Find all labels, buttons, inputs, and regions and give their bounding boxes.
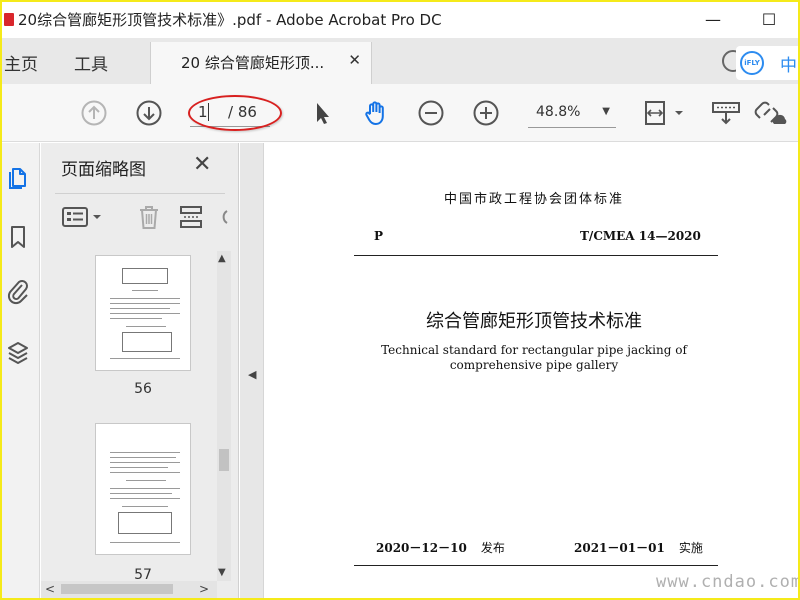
hand-tool-icon[interactable] [362,99,390,127]
tab-bar: 主页 工具 20 综合管廊矩形顶... ✕ iFLY 中 [2,38,798,84]
scroll-down-icon[interactable]: ▼ [218,567,226,578]
insert-page-icon[interactable] [177,203,205,231]
thumbnail-list: 56 57 [41,251,217,581]
scroll-thumb[interactable] [61,584,173,594]
share-link-icon[interactable] [754,99,788,127]
page-thumbnails-panel: 页面缩略图 ✕ 56 57 ▲ ▼ < > [41,143,239,598]
window-title: 20综合管廊矩形顶管技术标准》.pdf - Adobe Acrobat Pro … [18,11,442,29]
tab-document[interactable]: 20 综合管廊矩形顶... ✕ [150,42,372,84]
zoom-underline [528,127,616,128]
panel-separator [55,193,225,194]
ifly-logo-icon: iFLY [740,51,764,75]
thumbnail-vertical-scrollbar[interactable]: ▲ ▼ [217,251,231,581]
issuing-association: 中国市政工程协会团体标准 [443,192,624,207]
fit-page-icon[interactable] [642,99,686,127]
panel-close-icon[interactable]: ✕ [193,152,211,177]
page-thumbnails-icon[interactable] [6,163,30,191]
panel-title: 页面缩略图 [61,160,146,180]
title-en-line-1: Technical standard for rectangular pipe … [381,343,687,357]
ifly-language-label: 中 [780,56,797,76]
implement-date: 2021－01－01 [574,541,665,555]
publish-date: 2020－12－10 [376,541,467,555]
thumb-table [122,332,172,352]
scroll-left-icon[interactable]: < [45,582,55,596]
tab-close-icon[interactable]: ✕ [348,51,361,69]
bookmark-icon[interactable] [6,223,30,251]
standard-number: T/CMEA 14—2020 [580,229,701,243]
implement-date-group: 2021－01－01 实施 [574,539,703,556]
collapse-arrow-icon[interactable]: ◀ [248,368,256,381]
ifly-widget[interactable]: iFLY 中 [736,46,798,80]
publish-date-group: 2020－12－10 发布 [376,539,505,556]
thumbnail-page-57[interactable] [95,423,191,555]
pdf-file-icon [4,13,14,26]
title-bar: 20综合管廊矩形顶管技术标准》.pdf - Adobe Acrobat Pro … [2,2,798,38]
site-watermark: www.cndao.com [656,572,798,592]
acrobat-window: 20综合管廊矩形顶管技术标准》.pdf - Adobe Acrobat Pro … [2,2,798,598]
thumbnail-label: 57 [134,567,152,581]
header-rule [354,255,718,256]
maximize-button[interactable]: ☐ [754,6,784,34]
toolbar: 1 / 86 48.8% ▼ [2,84,798,142]
thumb-table [122,268,168,284]
document-title-cn: 综合管廊矩形顶管技术标准 [426,311,642,332]
thumbnail-label: 56 [134,381,152,397]
select-arrow-icon[interactable] [308,99,336,127]
document-title-en: Technical standard for rectangular pipe … [264,343,798,373]
minimize-button[interactable]: — [698,6,728,34]
left-rail [2,143,40,598]
scroll-mode-icon[interactable] [710,99,742,127]
thumbnail-page-56[interactable] [95,255,191,371]
zoom-in-icon[interactable] [472,99,500,127]
document-view[interactable]: 中国市政工程协会团体标准 P T/CMEA 14—2020 综合管廊矩形顶管技术… [264,143,798,598]
rotate-page-icon[interactable] [215,203,229,231]
thumbnail-options-icon[interactable] [61,203,105,231]
tab-tools[interactable]: 工具 [74,50,108,75]
thumb-table [118,512,172,534]
zoom-value: 48.8% [536,104,581,120]
pdf-page: 中国市政工程协会团体标准 P T/CMEA 14—2020 综合管廊矩形顶管技术… [264,143,798,598]
tab-document-label: 20 综合管廊矩形顶... [181,54,325,72]
layers-icon[interactable] [6,339,30,367]
zoom-out-icon[interactable] [417,99,445,127]
zoom-dropdown[interactable]: 48.8% ▼ [528,100,616,128]
category-code: P [374,229,384,243]
panel-collapse-strip[interactable]: ◀ [240,143,264,598]
thumbnail-horizontal-scrollbar[interactable]: < > [41,581,217,598]
publish-label: 发布 [480,541,505,555]
red-annotation-ellipse [188,95,282,131]
tab-home[interactable]: 主页 [4,50,38,75]
attachment-icon[interactable] [6,277,30,305]
footer-rule [354,565,718,566]
next-page-icon[interactable] [135,99,163,127]
delete-page-icon[interactable] [135,203,163,231]
previous-page-icon[interactable] [80,99,108,127]
implement-label: 实施 [678,541,703,555]
scroll-thumb[interactable] [219,449,229,471]
title-en-line-2: comprehensive pipe gallery [449,358,619,372]
scroll-up-icon[interactable]: ▲ [218,253,226,264]
chevron-down-icon: ▼ [602,106,610,117]
scroll-right-icon[interactable]: > [199,582,209,596]
